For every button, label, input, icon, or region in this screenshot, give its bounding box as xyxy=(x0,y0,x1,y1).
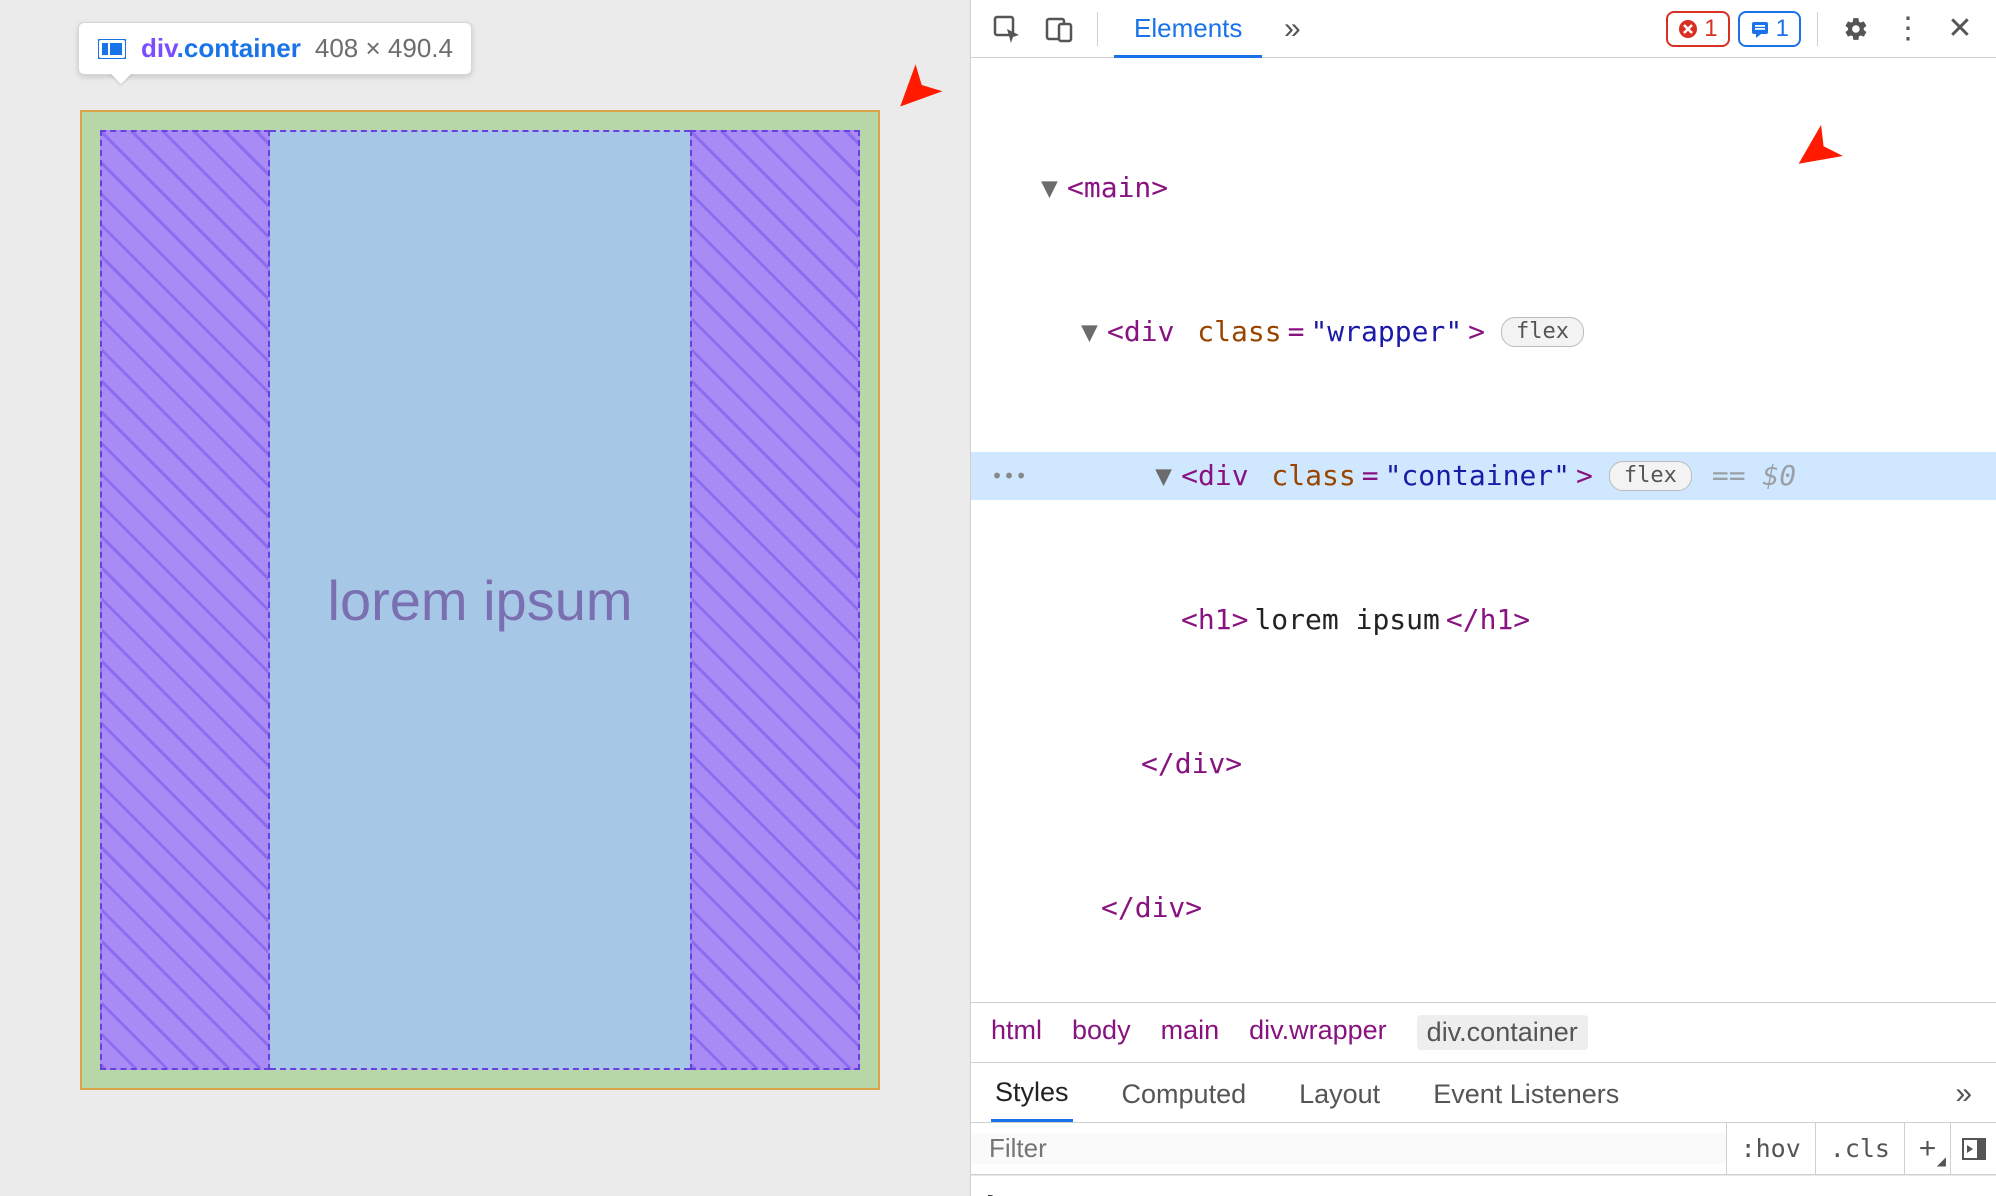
flex-badge[interactable]: flex xyxy=(1609,461,1692,491)
page-preview-pane: div.container 408 × 490.4 lorem ipsum ➤ xyxy=(0,0,970,1196)
cls-toggle[interactable]: .cls xyxy=(1815,1123,1904,1174)
message-count: 1 xyxy=(1776,15,1789,43)
dom-tree[interactable]: ▼<main> ▼<div class="wrapper">flex •••▼<… xyxy=(971,58,1996,1002)
annotation-arrow-icon: ➤ xyxy=(873,47,958,132)
inspect-tooltip: div.container 408 × 490.4 xyxy=(78,22,472,75)
dom-node[interactable]: </div> xyxy=(971,740,1996,788)
toggle-sidebar-icon[interactable] xyxy=(1950,1123,1996,1174)
styles-pane[interactable]: } css-flexbox:313 .container { width: 80… xyxy=(971,1175,1996,1196)
devtools-pane: ➤ Elements » 1 1 ⋮ ✕ ▼<main> ▼<div class… xyxy=(970,0,1996,1196)
settings-gear-icon[interactable] xyxy=(1834,7,1878,51)
styles-filter-input[interactable] xyxy=(971,1133,1726,1164)
devtools-toolbar: Elements » 1 1 ⋮ ✕ xyxy=(971,0,1996,58)
tab-layout[interactable]: Layout xyxy=(1295,1065,1384,1121)
console-ref: == $0 xyxy=(1712,452,1796,500)
flex-gap-left xyxy=(100,130,270,1070)
hov-toggle[interactable]: :hov xyxy=(1726,1123,1815,1174)
kebab-menu-icon[interactable]: ⋮ xyxy=(1886,7,1930,51)
crumb-wrapper[interactable]: div.wrapper xyxy=(1249,1015,1387,1050)
dom-node[interactable]: <h1>lorem ipsum</h1> xyxy=(971,596,1996,644)
tab-event-listeners[interactable]: Event Listeners xyxy=(1429,1065,1623,1121)
styles-filter-row: :hov .cls +◢ xyxy=(971,1123,1996,1175)
more-tabs-icon[interactable]: » xyxy=(1951,1063,1976,1122)
crumb-html[interactable]: html xyxy=(991,1015,1042,1050)
error-badge[interactable]: 1 xyxy=(1666,11,1729,47)
flex-badge[interactable]: flex xyxy=(1501,317,1584,347)
flex-gap-right xyxy=(690,130,860,1070)
tooltip-selector: div.container xyxy=(141,33,301,64)
styles-subtabs: Styles Computed Layout Event Listeners » xyxy=(971,1063,1996,1123)
flex-icon xyxy=(97,38,127,60)
crumb-body[interactable]: body xyxy=(1072,1015,1131,1050)
crumb-container[interactable]: div.container xyxy=(1417,1015,1588,1050)
device-toggle-icon[interactable] xyxy=(1037,7,1081,51)
tooltip-dimensions: 408 × 490.4 xyxy=(315,33,453,64)
dom-node-selected[interactable]: •••▼<div class="container">flex== $0 xyxy=(971,452,1996,500)
tab-elements[interactable]: Elements xyxy=(1114,0,1262,58)
crumb-main[interactable]: main xyxy=(1161,1015,1220,1050)
more-tabs-icon[interactable]: » xyxy=(1270,7,1314,51)
error-count: 1 xyxy=(1704,15,1717,43)
message-badge[interactable]: 1 xyxy=(1738,11,1801,47)
tab-computed[interactable]: Computed xyxy=(1118,1065,1251,1121)
breadcrumb: html body main div.wrapper div.container xyxy=(971,1002,1996,1063)
dom-node[interactable]: </div> xyxy=(971,884,1996,932)
close-icon[interactable]: ✕ xyxy=(1938,7,1982,51)
new-rule-icon[interactable]: +◢ xyxy=(1904,1123,1950,1174)
preview-heading: lorem ipsum xyxy=(328,568,633,633)
dom-node[interactable]: ▼<div class="wrapper">flex xyxy=(971,308,1996,356)
content-box: lorem ipsum xyxy=(270,130,690,1070)
tab-styles[interactable]: Styles xyxy=(991,1063,1073,1122)
inspect-element-icon[interactable] xyxy=(985,7,1029,51)
inspected-element-overlay: lorem ipsum xyxy=(80,110,880,1090)
